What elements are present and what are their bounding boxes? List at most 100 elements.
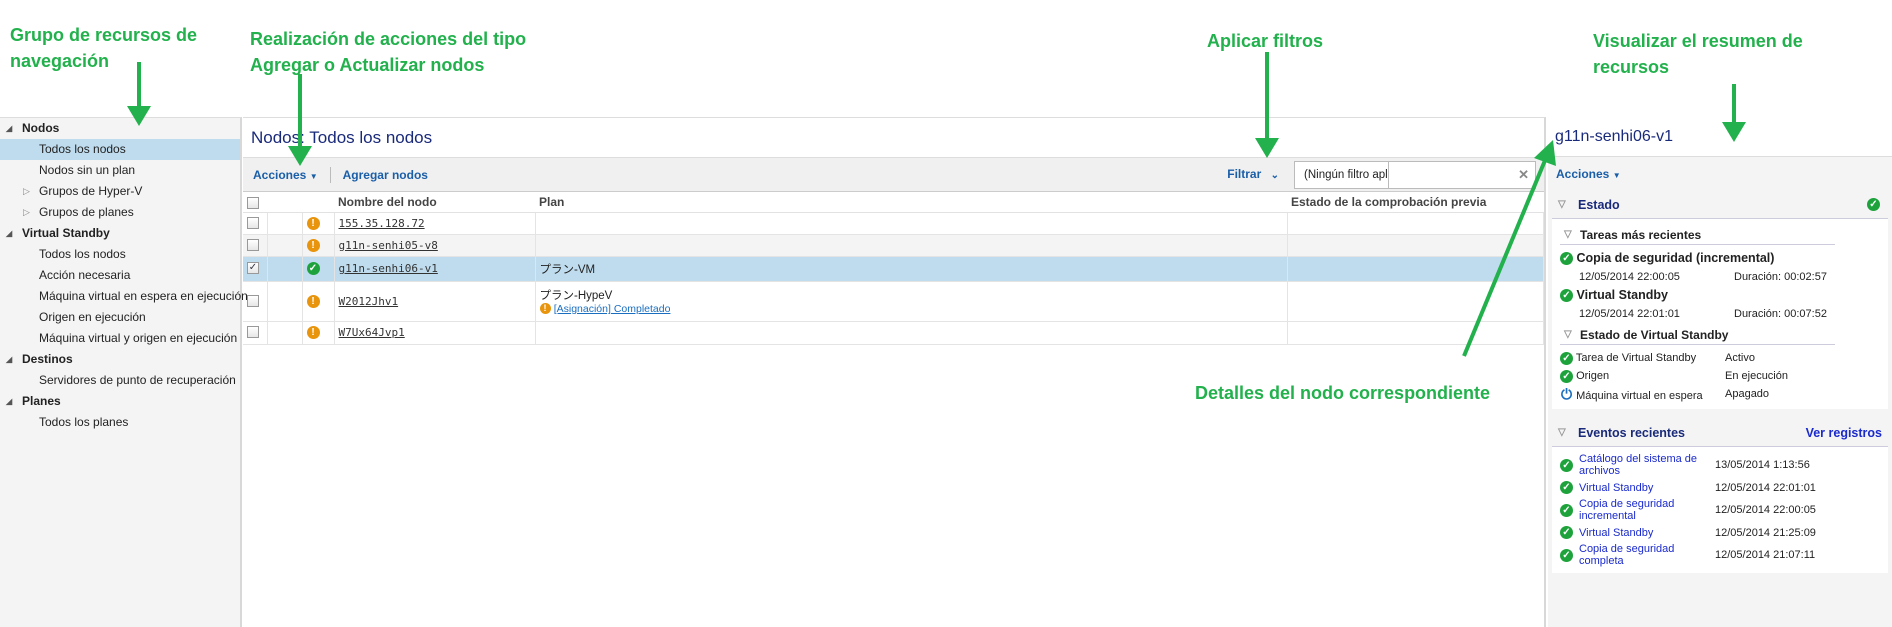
column-header-precheck[interactable]: Estado de la comprobación previa xyxy=(1287,193,1544,213)
check-icon: ✓ xyxy=(1560,252,1573,266)
sidebar-group-planes[interactable]: ◢ Planes xyxy=(0,391,240,412)
event-item: ✓ Copia de seguridad completa 12/05/2014 2… xyxy=(1560,543,1880,567)
node-name-link[interactable]: g11n-senhi06-v1 xyxy=(339,262,438,275)
column-header-name[interactable]: Nombre del nodo xyxy=(334,193,535,213)
annotation-details: Detalles del nodo correspondiente xyxy=(1195,383,1491,403)
state-value: Apagado xyxy=(1725,388,1770,400)
toolbar: Acciones ▼ Agregar nodos Filtrar ⌄ (Ning… xyxy=(243,158,1544,192)
row-checkbox[interactable] xyxy=(247,216,259,229)
actions-label: Acciones xyxy=(253,167,307,182)
sidebar-item-origen[interactable]: Origen en ejecución xyxy=(0,307,240,328)
sidebar-item-todos-planes[interactable]: Todos los planes xyxy=(0,412,240,433)
table-row[interactable]: ✓ ✓ g11n-senhi06-v1 プラン-VM xyxy=(243,256,1544,282)
row-checkbox[interactable] xyxy=(247,326,259,339)
double-chevron-down-icon: ⌄ xyxy=(1270,170,1279,181)
actions-menu-button[interactable]: Acciones ▼ xyxy=(253,168,318,182)
nodes-table: Nombre del nodo Plan Estado de la compro… xyxy=(243,193,1544,345)
estado-section-header[interactable]: ▽ Estado ✓ xyxy=(1552,191,1888,219)
event-link[interactable]: Copia de seguridad completa xyxy=(1573,543,1715,567)
event-link[interactable]: Catálogo del sistema de archivos xyxy=(1573,453,1715,477)
event-link[interactable]: Copia de seguridad incremental xyxy=(1573,498,1715,522)
node-title: g11n-senhi06-v1 xyxy=(1548,117,1892,157)
divider xyxy=(329,166,331,183)
expand-icon[interactable]: ▷ xyxy=(23,181,30,202)
annotation-line: Realización de acciones del tipo xyxy=(250,29,527,49)
table-row[interactable]: ! g11n-senhi05-v8 xyxy=(243,234,1544,257)
select-all-checkbox[interactable] xyxy=(247,197,259,210)
sidebar-item-nodos-sin-plan[interactable]: Nodos sin un plan xyxy=(0,160,240,181)
add-nodes-button[interactable]: Agregar nodos xyxy=(343,168,428,182)
sidebar-item-servidores-rps[interactable]: Servidores de punto de recuperación xyxy=(0,370,240,391)
task-item: ✓ Virtual Standby xyxy=(1560,286,1880,305)
chevron-down-icon: ▼ xyxy=(1612,171,1621,180)
sidebar-item-grupos-planes[interactable]: ▷ Grupos de planes xyxy=(0,202,240,223)
task-duration: Duración: 00:07:52 xyxy=(1734,308,1827,320)
plan-cell: プラン-VM xyxy=(535,256,1288,282)
node-name-link[interactable]: g11n-senhi05-v8 xyxy=(339,239,438,252)
state-value: En ejecución xyxy=(1725,370,1788,382)
event-link[interactable]: Virtual Standby xyxy=(1573,527,1715,539)
collapse-icon: ◢ xyxy=(6,229,13,238)
sidebar-item-todos-los-nodos[interactable]: Todos los nodos xyxy=(0,139,240,160)
row-checkbox[interactable] xyxy=(247,238,259,251)
event-item: ✓ Catálogo del sistema de archivos 13/05/2… xyxy=(1560,453,1880,477)
check-icon: ✓ xyxy=(1867,198,1880,211)
navigation-sidebar: ◢ Nodos Todos los nodos Nodos sin un plan… xyxy=(0,117,248,627)
sidebar-item-grupos-hyperv[interactable]: ▷ Grupos de Hyper-V xyxy=(0,181,240,202)
plan-cell xyxy=(535,212,1288,235)
table-row[interactable]: ! 155.35.128.72 xyxy=(243,212,1544,235)
clear-icon[interactable]: ✕ xyxy=(1518,167,1529,183)
warning-icon: ! xyxy=(306,294,320,308)
sidebar-item-mv-origen[interactable]: Máquina virtual y origen en ejecución xyxy=(0,328,240,349)
annotation-filters: Aplicar filtros xyxy=(1207,31,1324,51)
sidebar-group-destinos[interactable]: ◢ Destinos xyxy=(0,349,240,370)
warning-icon: ! xyxy=(306,326,320,339)
sidebar-group-nodos[interactable]: ◢ Nodos xyxy=(0,118,240,139)
annotation-line: recursos xyxy=(1593,57,1670,77)
event-time: 12/05/2014 22:00:05 xyxy=(1715,504,1816,516)
vs-state-header[interactable]: ▽ Estado de Virtual Standby xyxy=(1560,325,1835,345)
search-input[interactable]: ✕ xyxy=(1388,161,1536,189)
check-icon: ✓ xyxy=(1560,548,1573,562)
event-link[interactable]: Virtual Standby xyxy=(1573,482,1715,494)
check-icon: ✓ xyxy=(1560,481,1573,494)
annotation-summary: Visualizar el resumen de recursos xyxy=(1593,28,1803,80)
row-checkbox[interactable]: ✓ xyxy=(247,262,259,275)
section-title: Estado xyxy=(1578,198,1620,212)
node-name-link[interactable]: W7Ux64Jvp1 xyxy=(339,326,405,339)
expand-icon[interactable]: ▷ xyxy=(23,202,30,223)
group-label: Destinos xyxy=(22,352,73,366)
event-time: 12/05/2014 21:07:11 xyxy=(1715,549,1816,561)
item-label: Grupos de planes xyxy=(39,205,134,219)
sidebar-group-virtual-standby[interactable]: ◢ Virtual Standby xyxy=(0,223,240,244)
collapse-icon: ▽ xyxy=(1558,199,1566,210)
filter-button[interactable]: Filtrar ⌄ xyxy=(1227,167,1279,181)
events-section-header[interactable]: ▽ Eventos recientes Ver registros xyxy=(1552,419,1888,447)
task-duration: Duración: 00:02:57 xyxy=(1734,271,1827,283)
view-logs-link[interactable]: Ver registros xyxy=(1806,419,1882,447)
sidebar-item-vs-todos[interactable]: Todos los nodos xyxy=(0,244,240,265)
plan-assignment-link[interactable]: [Asignación] Completado xyxy=(554,303,671,315)
power-icon: ⏻ xyxy=(1560,386,1573,402)
table-row[interactable]: ! W7Ux64Jvp1 xyxy=(243,321,1544,345)
section-title: Eventos recientes xyxy=(1578,426,1685,440)
node-actions-button[interactable]: Acciones ▼ xyxy=(1556,167,1621,181)
recent-tasks-header[interactable]: ▽ Tareas más recientes xyxy=(1560,225,1835,245)
sidebar-item-accion-necesaria[interactable]: Acción necesaria xyxy=(0,265,240,286)
page-title: Nodos: Todos los nodos xyxy=(243,118,1544,158)
row-checkbox[interactable] xyxy=(247,294,259,307)
event-time: 12/05/2014 22:01:01 xyxy=(1715,481,1816,494)
events-list: ✓ Catálogo del sistema de archivos 13/05/2… xyxy=(1552,447,1888,573)
event-item: ✓ Copia de seguridad incremental 12/05/201… xyxy=(1560,498,1880,522)
plan-cell xyxy=(535,321,1288,345)
column-header-plan[interactable]: Plan xyxy=(535,193,1287,213)
sidebar-item-mv-espera[interactable]: Máquina virtual en espera en ejecución xyxy=(0,286,248,307)
node-name-link[interactable]: 155.35.128.72 xyxy=(339,217,425,230)
collapse-icon: ▽ xyxy=(1564,329,1572,340)
task-time: 12/05/2014 22:00:05 xyxy=(1579,271,1680,283)
event-time: 13/05/2014 1:13:56 xyxy=(1715,459,1810,471)
table-row[interactable]: ! W2012Jhv1 プラン-HypeV! [Asignación] Comple… xyxy=(243,281,1544,322)
node-name-link[interactable]: W2012Jhv1 xyxy=(339,295,399,308)
chevron-down-icon: ▼ xyxy=(309,171,318,181)
collapse-icon: ▽ xyxy=(1558,427,1566,438)
